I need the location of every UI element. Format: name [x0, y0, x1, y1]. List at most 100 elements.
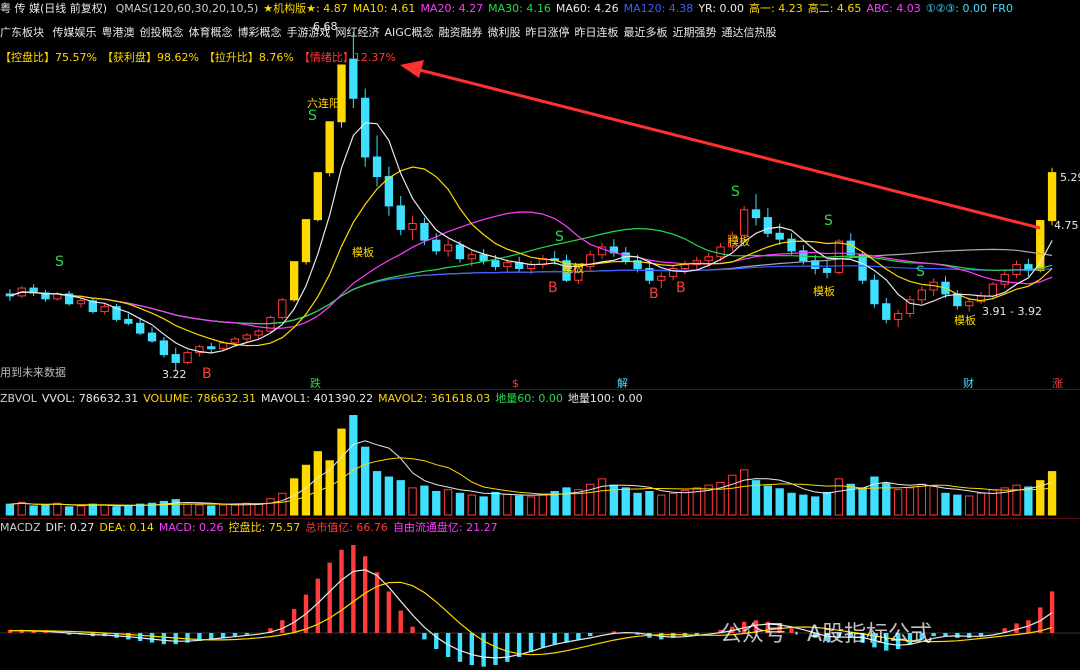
- candle-body: [775, 232, 784, 240]
- volume-bar: [88, 503, 97, 516]
- volume-bar: [538, 494, 548, 516]
- volume-bar: [965, 495, 974, 516]
- volume-bar: [420, 485, 429, 516]
- sell-signal: S: [824, 213, 833, 229]
- buy-signal: B: [649, 286, 659, 302]
- volume-chart[interactable]: [0, 405, 1080, 518]
- candlestick-chart[interactable]: 6.683.223.91 - 3.924.755.29六连阳模板模板模板模板模板…: [0, 0, 1080, 388]
- event-marker: $: [512, 377, 519, 388]
- buy-signal: B: [202, 366, 212, 382]
- candle-body: [704, 256, 713, 262]
- candle-body: [882, 303, 891, 320]
- volume-bar: [633, 492, 642, 516]
- ma30-line: [9, 227, 1053, 325]
- volume-bar: [941, 492, 950, 516]
- volume-bar: [763, 485, 773, 516]
- volume-bar: [893, 489, 903, 516]
- volume-bar: [112, 506, 121, 516]
- volume-bar: [53, 502, 62, 516]
- event-marker: 涨: [1052, 377, 1063, 388]
- candle-body: [763, 217, 773, 234]
- macd-header-item: DEA: 0.14: [99, 521, 154, 534]
- candle-body: [325, 121, 334, 174]
- candle-body: [254, 330, 263, 336]
- volume-bar: [645, 490, 654, 516]
- candle-body: [372, 156, 382, 178]
- volume-bar: [680, 490, 690, 516]
- candle-body: [349, 58, 358, 99]
- volume-bar: [834, 478, 844, 516]
- volume-bar: [349, 415, 358, 516]
- watermark-text: 公众号 · A股指标公式: [720, 622, 933, 647]
- volume-bar: [799, 494, 808, 516]
- volume-bar: [467, 494, 476, 516]
- volume-bar: [183, 503, 192, 516]
- annotation-label: 模板: [352, 245, 374, 259]
- volume-bar: [953, 494, 962, 516]
- volume-bar: [372, 471, 382, 516]
- volume-bar: [254, 503, 263, 516]
- volume-bar: [230, 503, 240, 516]
- candle-body: [858, 254, 867, 281]
- candle-body: [455, 244, 465, 260]
- volume-bar: [858, 487, 867, 516]
- volume-bar: [811, 496, 820, 516]
- volume-bar: [657, 494, 666, 516]
- volume-header-item: VOLUME: 786632.31: [143, 392, 256, 405]
- candle-body: [1000, 273, 1009, 285]
- sell-signal: S: [308, 108, 317, 124]
- volume-bar: [432, 490, 441, 516]
- volume-bar: [5, 503, 15, 516]
- candle-body: [76, 300, 86, 305]
- right-price-label: 4.75: [1054, 219, 1079, 232]
- volume-bar: [455, 492, 465, 516]
- volume-bar: [408, 487, 417, 516]
- sell-signal: S: [555, 229, 564, 245]
- divider: [0, 518, 1080, 519]
- volume-bar: [917, 483, 926, 516]
- candle-body: [207, 346, 216, 350]
- annotation-label: 模板: [728, 234, 750, 248]
- volume-bar: [195, 504, 204, 516]
- candle-body: [657, 275, 666, 281]
- arrow-line: [411, 66, 1041, 230]
- volume-bar: [739, 469, 749, 516]
- annotation-label: 模板: [562, 261, 584, 275]
- candle-body: [917, 289, 926, 301]
- volume-header-item: 地量60: 0.00: [495, 392, 563, 405]
- volume-bar: [64, 506, 74, 516]
- candle-body: [751, 209, 761, 219]
- right-price-label-2: 5.29: [1060, 171, 1080, 184]
- candle-body: [278, 299, 287, 318]
- volume-bar: [668, 492, 678, 516]
- volume-bar: [562, 487, 571, 516]
- candle-body: [361, 97, 370, 158]
- volume-bar: [597, 478, 607, 516]
- candle-body: [716, 246, 725, 258]
- volume-bar: [218, 504, 228, 516]
- volume-bar: [976, 492, 986, 516]
- annotation-label: 模板: [954, 313, 976, 327]
- candle-body: [893, 313, 903, 320]
- volume-bar: [17, 501, 26, 516]
- volume-bar: [443, 489, 453, 516]
- volume-bar: [124, 505, 133, 516]
- volume-header-item: VVOL: 786632.31: [41, 392, 139, 405]
- low-price-label: 3.22: [162, 368, 187, 381]
- volume-bar: [76, 505, 86, 516]
- candle-body: [266, 316, 275, 332]
- volume-bar: [337, 428, 346, 516]
- volume-bar: [728, 474, 737, 516]
- volume-bar: [100, 504, 109, 516]
- volume-header-item: MAVOL1: 401390.22: [260, 392, 374, 405]
- candle-body: [965, 301, 974, 307]
- volume-bar: [266, 498, 275, 516]
- candle-body: [443, 244, 453, 252]
- volume-bar: [775, 488, 784, 516]
- candle-body: [136, 322, 145, 334]
- candle-body: [313, 172, 323, 221]
- event-marker: 解: [617, 376, 628, 388]
- volume-bar: [384, 476, 394, 516]
- candle-body: [420, 223, 429, 241]
- candle-body: [1047, 172, 1057, 222]
